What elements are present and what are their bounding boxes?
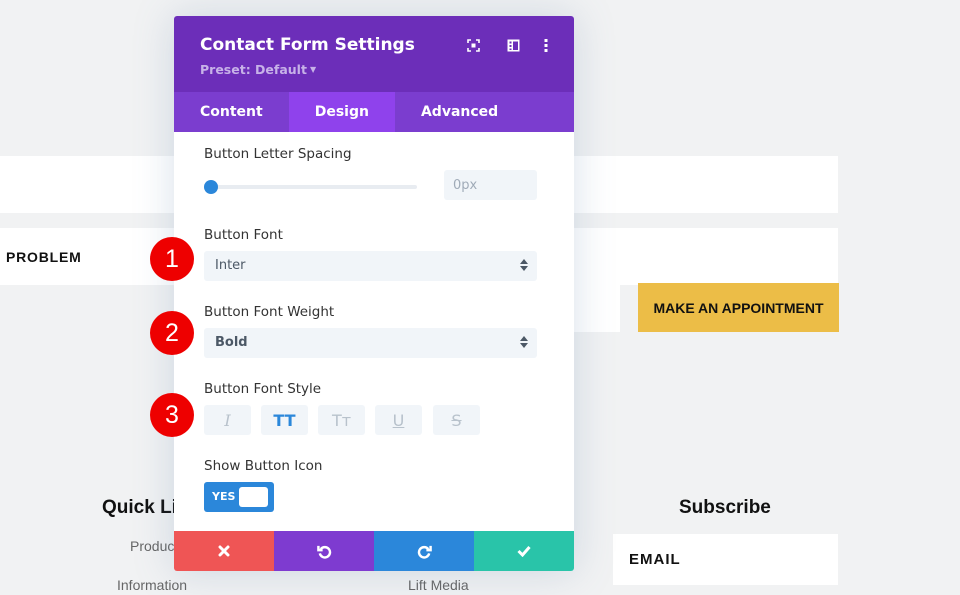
modal-footer xyxy=(174,531,574,571)
small-caps-button[interactable]: Tт xyxy=(318,405,365,435)
caret-down-icon: ▼ xyxy=(309,65,317,74)
italic-icon: I xyxy=(224,410,231,430)
close-icon xyxy=(218,545,230,557)
undo-icon xyxy=(316,545,331,559)
expand-icon[interactable] xyxy=(465,37,481,53)
uppercase-icon: TT xyxy=(273,410,296,430)
annotation-badge-1: 1 xyxy=(150,237,194,281)
uppercase-button[interactable]: TT xyxy=(261,405,308,435)
tab-advanced[interactable]: Advanced xyxy=(395,92,524,132)
letter-spacing-slider-handle[interactable] xyxy=(204,180,218,194)
strikethrough-icon: S xyxy=(451,410,462,430)
more-options-icon[interactable] xyxy=(538,37,554,53)
cancel-button[interactable] xyxy=(174,531,274,571)
tab-content[interactable]: Content xyxy=(174,92,289,132)
font-weight-value: Bold xyxy=(215,335,248,350)
italic-button[interactable]: I xyxy=(204,405,251,435)
annotation-badge-2: 2 xyxy=(150,311,194,355)
settings-body: Button Letter Spacing 0px Button Font In… xyxy=(174,132,574,531)
show-icon-toggle[interactable]: YES xyxy=(204,482,274,512)
button-font-value: Inter xyxy=(215,258,246,273)
footer-link-information[interactable]: Information xyxy=(117,577,187,593)
toggle-knob xyxy=(239,487,268,507)
columns-icon[interactable] xyxy=(505,37,521,53)
email-field[interactable]: EMAIL xyxy=(613,534,838,585)
save-button[interactable] xyxy=(474,531,574,571)
letter-spacing-input[interactable]: 0px xyxy=(444,170,537,200)
small-caps-icon: Tт xyxy=(331,410,352,430)
quick-links-heading: Quick Li xyxy=(102,497,177,518)
letter-spacing-label: Button Letter Spacing xyxy=(204,146,352,162)
font-style-label: Button Font Style xyxy=(204,381,322,397)
show-icon-label: Show Button Icon xyxy=(204,458,323,474)
toggle-state-label: YES xyxy=(212,490,236,503)
background-problem-text: PROBLEM xyxy=(6,249,82,265)
modal-title: Contact Form Settings xyxy=(200,35,415,55)
letter-spacing-slider[interactable] xyxy=(206,185,417,189)
undo-button[interactable] xyxy=(274,531,374,571)
preset-dropdown[interactable]: Preset: Default ▼ xyxy=(200,62,316,77)
underline-button[interactable]: U xyxy=(375,405,422,435)
make-appointment-button[interactable]: MAKE AN APPOINTMENT xyxy=(638,283,839,332)
button-font-label: Button Font xyxy=(204,227,283,243)
redo-icon xyxy=(417,545,432,559)
font-weight-select[interactable]: Bold xyxy=(204,328,537,358)
font-weight-label: Button Font Weight xyxy=(204,304,335,320)
modal-header[interactable]: Contact Form Settings Preset: Default ▼ xyxy=(174,16,574,92)
annotation-badge-3: 3 xyxy=(150,393,194,437)
subscribe-heading: Subscribe xyxy=(679,497,771,518)
select-arrows-icon xyxy=(520,259,528,271)
select-arrows-icon xyxy=(520,336,528,348)
preset-label: Preset: Default xyxy=(200,62,307,77)
redo-button[interactable] xyxy=(374,531,474,571)
underline-icon: U xyxy=(392,410,405,430)
footer-link-products[interactable]: Produc xyxy=(130,538,174,554)
tab-design[interactable]: Design xyxy=(288,92,395,132)
button-font-select[interactable]: Inter xyxy=(204,251,537,281)
footer-link-lift-media[interactable]: Lift Media xyxy=(408,577,469,593)
contact-form-settings-modal: Contact Form Settings Preset: Default▼ xyxy=(174,16,574,571)
settings-tabs: Content Design Advanced xyxy=(174,92,574,132)
strikethrough-button[interactable]: S xyxy=(433,405,480,435)
checkmark-icon xyxy=(517,546,531,557)
